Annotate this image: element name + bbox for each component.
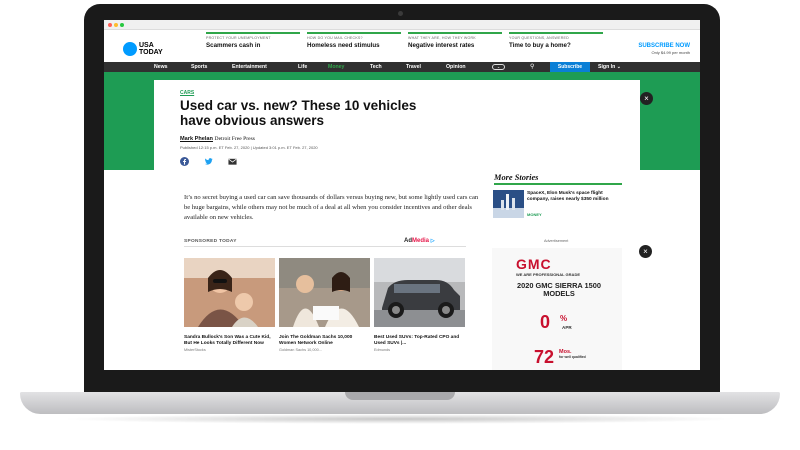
camera-icon (398, 11, 403, 16)
more-stories-rule (494, 183, 622, 185)
nav-tech[interactable]: Tech (370, 64, 382, 70)
sponsored-image[interactable] (184, 258, 275, 327)
promo-headline[interactable]: Scammers cash in (206, 42, 300, 49)
nav-travel[interactable]: Travel (406, 64, 421, 70)
gmc-term-value: 72 (534, 347, 555, 367)
sponsored-title[interactable]: Sandra Bullock's Son Was a Cute Kid, But… (184, 335, 275, 347)
site-header: USA TODAY PROTECT YOUR UNEMPLOYMENT Scam… (104, 30, 700, 62)
search-icon[interactable]: ⚲ (530, 63, 534, 70)
sponsored-image[interactable] (374, 258, 465, 327)
article-body: It’s no secret buying a used car can sav… (184, 194, 479, 221)
admedia-logo[interactable]: AdMedia ▷ (404, 238, 435, 244)
sponsored-source: MisterStocks (184, 348, 206, 352)
nav-news[interactable]: News (154, 64, 168, 70)
close-window-icon[interactable] (108, 23, 112, 27)
maximize-window-icon[interactable] (120, 23, 124, 27)
gmc-term-sub: for well qualified (559, 355, 586, 359)
browser-bar (104, 20, 700, 30)
close-ad-icon[interactable]: × (639, 245, 652, 258)
sponsored-title[interactable]: Join The Goldman Sachs 10,000 Women Netw… (279, 335, 370, 347)
facebook-icon[interactable] (180, 157, 189, 166)
promo-headline[interactable]: Time to buy a home? (509, 42, 603, 49)
advertisement-label: Advertisement (544, 239, 569, 243)
laptop-shadow (60, 414, 740, 424)
gmc-model: 2020 GMC SIERRA 1500 MODELS (517, 281, 601, 298)
publication-name: Detroit Free Press (214, 136, 255, 142)
sign-in-link[interactable]: Sign In ⌄ (598, 64, 621, 70)
logo-line-2: TODAY (139, 49, 163, 56)
screen: USA TODAY PROTECT YOUR UNEMPLOYMENT Scam… (104, 20, 700, 370)
nav-subscribe-button[interactable]: Subscribe (550, 62, 590, 72)
nav-life[interactable]: Life (298, 64, 307, 70)
promo-category: YOUR QUESTIONS, ANSWERED (509, 36, 569, 40)
logo-line-1: USA (139, 42, 154, 49)
gmc-apr-label: APR (562, 325, 572, 330)
story-category[interactable]: MONEY (527, 212, 542, 217)
admedia-logo-part-2: Media (412, 238, 430, 244)
ad-choices-icon[interactable]: ▷ (431, 238, 435, 244)
promo-category: PROTECT YOUR UNEMPLOYMENT (206, 36, 271, 40)
subscribe-price: Only $4.99 per month (651, 50, 690, 55)
gmc-term-unit: Mos. for well qualified (559, 349, 586, 360)
author-link[interactable]: Mark Phelan (180, 136, 213, 142)
divider (184, 246, 466, 247)
nav-opinion[interactable]: Opinion (446, 64, 466, 70)
twitter-icon[interactable] (204, 157, 213, 166)
usa-today-logo-icon[interactable] (123, 42, 137, 56)
minimize-window-icon[interactable] (114, 23, 118, 27)
promo-item[interactable]: YOUR QUESTIONS, ANSWERED Time to buy a h… (509, 32, 603, 49)
admedia-logo-part-1: Ad (404, 238, 412, 244)
gmc-tagline: WE ARE PROFESSIONAL GRADE (516, 272, 581, 277)
gmc-logo[interactable]: GMC (516, 256, 552, 272)
sponsored-card[interactable]: Join The Goldman Sachs 10,000 Women Netw… (279, 258, 370, 352)
subscribe-title[interactable]: SUBSCRIBE NOW (628, 43, 690, 49)
sponsored-card[interactable]: Sandra Bullock's Son Was a Cute Kid, But… (184, 258, 275, 352)
more-menu-icon[interactable]: ⌄ (492, 64, 505, 70)
gmc-advertisement[interactable] (492, 248, 622, 370)
article-headline: Used car vs. new? These 10 vehicles have… (180, 98, 417, 128)
sponsored-source: Goldman Sachs 10,000... (279, 348, 322, 352)
promo-item[interactable]: PROTECT YOUR UNEMPLOYMENT Scammers cash … (206, 32, 300, 49)
sponsored-label: SPONSORED TODAY (184, 239, 237, 244)
email-icon[interactable] (228, 157, 237, 166)
sponsored-card[interactable]: Best Used SUVs: Top-Rated CPO and Used S… (374, 258, 465, 352)
promo-category: HOW DO YOU MAIL CHECKS? (307, 36, 363, 40)
close-icon[interactable]: × (640, 92, 653, 105)
gmc-rate-unit: % (560, 314, 568, 323)
sponsored-source: Edmunds (374, 348, 391, 352)
subscribe-promo[interactable]: SUBSCRIBE NOW Only $4.99 per month (628, 43, 690, 55)
laptop-notch (345, 392, 455, 400)
main-nav: News Sports Entertainment Life Money Tec… (104, 62, 700, 72)
promo-headline[interactable]: Homeless need stimulus (307, 42, 401, 49)
article-kicker[interactable]: CARS (180, 90, 194, 96)
nav-money[interactable]: Money (328, 64, 344, 70)
nav-sports[interactable]: Sports (191, 64, 207, 70)
sponsored-title[interactable]: Best Used SUVs: Top-Rated CPO and Used S… (374, 335, 465, 347)
promo-item[interactable]: WHAT THEY ARE, HOW THEY WORK Negative in… (408, 32, 502, 49)
sponsored-image[interactable] (279, 258, 370, 327)
story-title[interactable]: SpaceX, Elon Musk's space flight company… (527, 191, 623, 203)
nav-entertainment[interactable]: Entertainment (232, 64, 267, 70)
article-dateline: Published 12:15 p.m. ET Feb. 27, 2020 | … (180, 145, 318, 150)
gmc-rate-value: 0 (540, 312, 551, 332)
more-stories-heading: More Stories (494, 173, 539, 182)
promo-item[interactable]: HOW DO YOU MAIL CHECKS? Homeless need st… (307, 32, 401, 49)
promo-headline[interactable]: Negative interest rates (408, 42, 502, 49)
byline: Mark Phelan Detroit Free Press (180, 136, 255, 142)
site-logo[interactable]: USA TODAY (139, 42, 169, 56)
story-thumbnail[interactable] (493, 190, 524, 218)
promo-category: WHAT THEY ARE, HOW THEY WORK (408, 36, 476, 40)
